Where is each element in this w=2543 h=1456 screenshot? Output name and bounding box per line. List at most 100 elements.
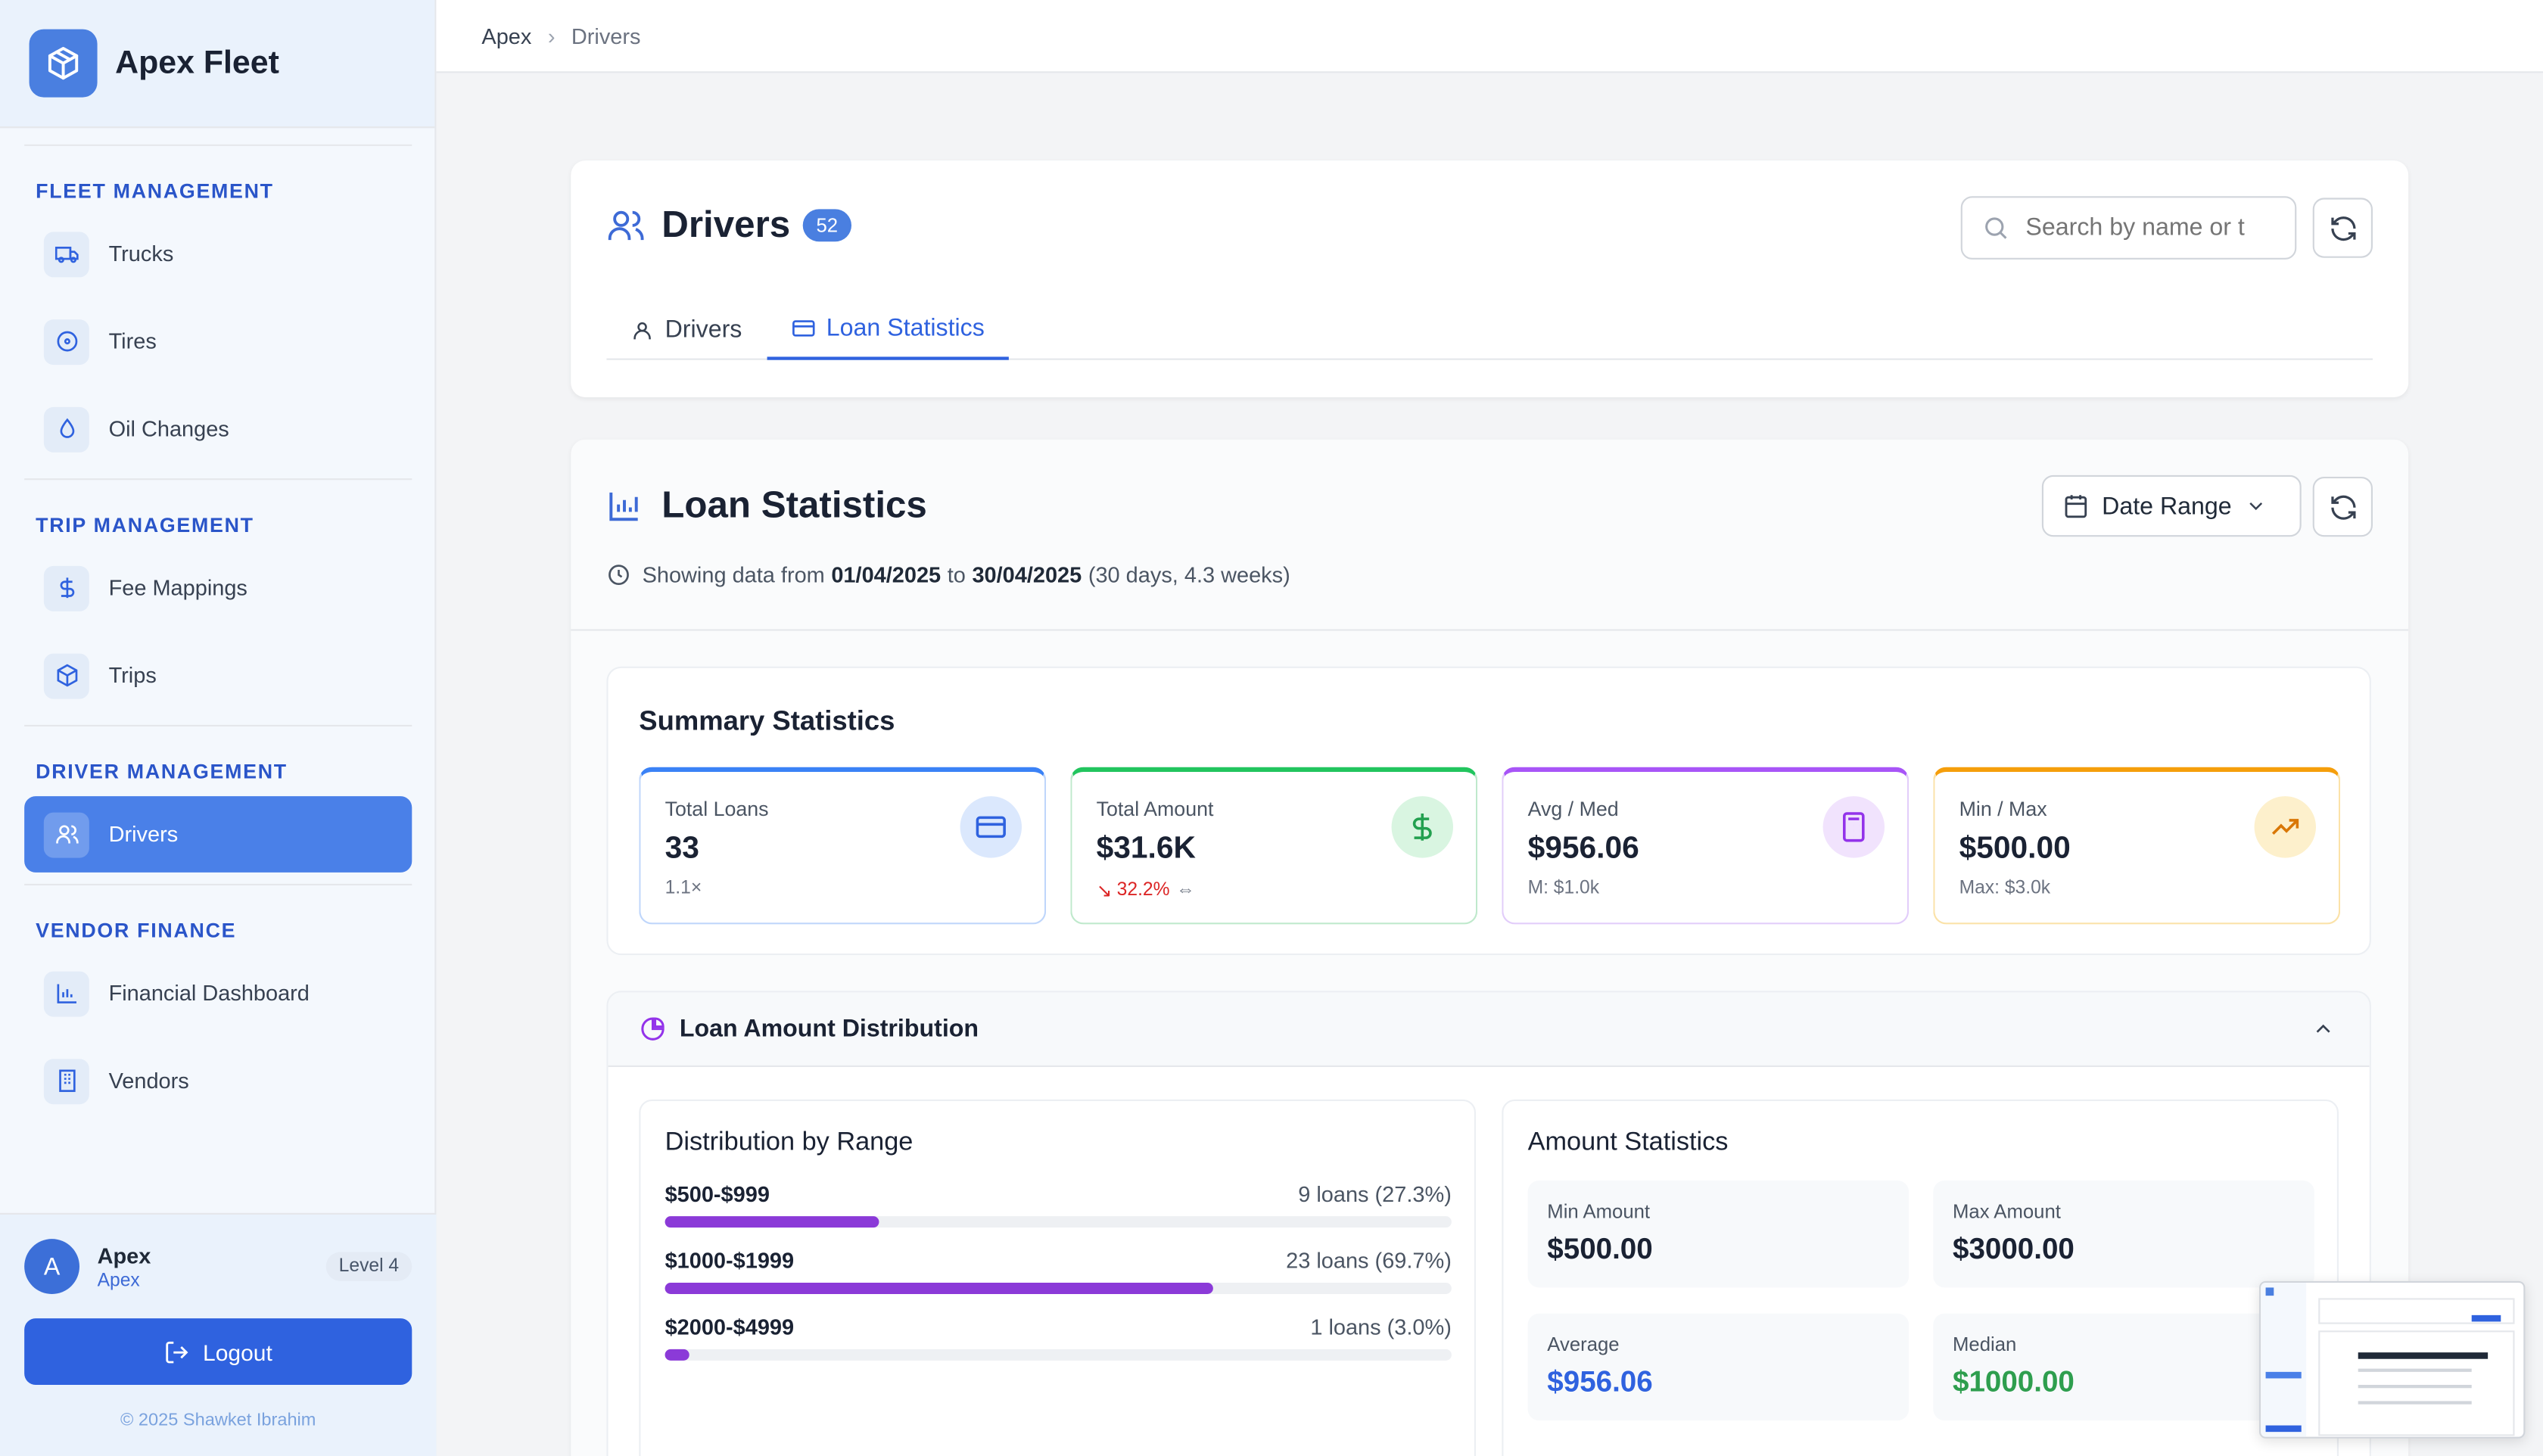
trending-up-icon [2254, 796, 2316, 858]
tab-loan-statistics[interactable]: Loan Statistics [766, 300, 1009, 360]
summary-title: Summary Statistics [639, 705, 895, 736]
sidebar-item-tires[interactable]: Tires [24, 303, 412, 380]
search-input[interactable] [2025, 213, 2286, 242]
droplet-icon [43, 406, 89, 452]
panel-title: Amount Statistics [1527, 1128, 1729, 1156]
search-box[interactable] [1960, 196, 2297, 260]
range-bar-fill [665, 1216, 880, 1228]
section-trip-management: TRIP MANAGEMENT [36, 514, 254, 537]
range-count: 9 loans (27.3%) [1298, 1182, 1452, 1207]
tire-icon [43, 319, 89, 365]
amount-value: $3000.00 [1953, 1232, 2075, 1265]
stat-label: Total Amount [1096, 798, 1214, 821]
building-icon [43, 1058, 89, 1104]
section-driver-management: DRIVER MANAGEMENT [36, 760, 288, 783]
panel-title: Distribution by Range [665, 1128, 914, 1156]
range-to: to [947, 562, 966, 587]
amount-median: Median $1000.00 [1933, 1313, 2314, 1421]
date-range-label: Date Range [2102, 492, 2232, 520]
sidebar-item-label: Oil Changes [108, 416, 229, 441]
range-suffix: (30 days, 4.3 weeks) [1088, 562, 1290, 587]
range-row: $2000-$4999 1 loans (3.0%) [665, 1315, 1452, 1361]
range-label: $1000-$1999 [665, 1249, 795, 1274]
sidebar-item-vendors[interactable]: Vendors [24, 1043, 412, 1119]
sidebar-item-fee-mappings[interactable]: Fee Mappings [24, 549, 412, 626]
range-row: $1000-$1999 23 loans (69.7%) [665, 1249, 1452, 1294]
breadcrumb-current: Drivers [571, 23, 641, 48]
amount-label: Average [1547, 1333, 1620, 1356]
range-label: $500-$999 [665, 1182, 770, 1207]
logout-icon [166, 1340, 188, 1363]
amount-statistics: Amount Statistics Min Amount $500.00 Max… [1502, 1099, 2339, 1456]
brand-name: Apex Fleet [115, 44, 279, 81]
loan-stats-title: Loan Statistics [661, 483, 927, 526]
stat-value: $31.6K [1096, 832, 1196, 866]
sidebar-item-trucks[interactable]: Trucks [24, 216, 412, 292]
dollar-icon [43, 565, 89, 611]
logout-button[interactable]: Logout [24, 1318, 412, 1385]
sidebar-item-oil-changes[interactable]: Oil Changes [24, 390, 412, 467]
date-range-button[interactable]: Date Range [2041, 474, 2302, 537]
sidebar-item-financial-dashboard[interactable]: Financial Dashboard [24, 955, 412, 1031]
stat-sub: 1.1× [665, 879, 702, 899]
avatar: A [24, 1239, 80, 1294]
sidebar-item-label: Fee Mappings [108, 575, 247, 600]
stat-sub: Max: $3.0k [1959, 879, 2051, 899]
range-bar-fill [665, 1283, 1213, 1294]
breadcrumb-root[interactable]: Apex [481, 23, 531, 48]
stat-min-max: Min / Max $500.00 Max: $3.0k [1933, 767, 2341, 925]
refresh-icon [2330, 216, 2355, 241]
sidebar: Apex Fleet FLEET MANAGEMENT Trucks Tires… [0, 0, 437, 1456]
tab-drivers[interactable]: Drivers [606, 300, 766, 359]
users-icon [43, 811, 89, 857]
sidebar-item-drivers[interactable]: Drivers [24, 796, 412, 873]
distribution-title: Loan Amount Distribution [679, 1015, 979, 1043]
sidebar-item-trips[interactable]: Trips [24, 637, 412, 714]
range-bar-fill [665, 1349, 689, 1361]
refresh-button[interactable] [2312, 198, 2373, 258]
stat-label: Avg / Med [1527, 798, 1619, 821]
stat-value: $956.06 [1527, 832, 1639, 866]
stat-sub: 32.2% [1116, 880, 1170, 901]
amount-label: Median [1953, 1333, 2017, 1356]
distribution-header[interactable]: Loan Amount Distribution [608, 992, 2370, 1067]
stat-total-loans: Total Loans 33 1.1× [639, 767, 1047, 925]
refresh-icon [2330, 494, 2355, 519]
bar-chart-icon [609, 491, 638, 521]
chevron-up-icon[interactable] [2311, 1017, 2336, 1041]
section-vendor-finance: VENDOR FINANCE [36, 919, 237, 942]
brand[interactable]: Apex Fleet [0, 0, 435, 129]
range-row: $500-$999 9 loans (27.3%) [665, 1182, 1452, 1228]
range-label: $2000-$4999 [665, 1314, 795, 1339]
tabs: Drivers Loan Statistics [606, 300, 2373, 360]
amount-label: Max Amount [1953, 1199, 2061, 1223]
stat-label: Min / Max [1959, 798, 2047, 821]
sidebar-item-label: Tires [108, 329, 157, 354]
amount-value: $1000.00 [1953, 1365, 2075, 1398]
amount-max: Max Amount $3000.00 [1933, 1181, 2314, 1288]
users-icon [608, 210, 644, 240]
credit-card-icon [960, 796, 1022, 858]
sidebar-item-label: Trips [108, 663, 157, 688]
amount-label: Min Amount [1547, 1199, 1651, 1223]
calculator-icon [1822, 796, 1885, 858]
arrows-horizontal-icon: ⇔ [1176, 880, 1195, 901]
range-end: 30/04/2025 [972, 562, 1082, 587]
stat-sub: M: $1.0k [1527, 879, 1600, 899]
drivers-header-card: Drivers 52 Drivers Loan Statistics [571, 160, 2409, 397]
range-prefix: Showing data from [642, 562, 825, 587]
driver-count-badge: 52 [803, 208, 851, 241]
stats-refresh-button[interactable] [2312, 477, 2373, 537]
package-icon [43, 652, 89, 698]
pie-chart-icon [641, 1017, 665, 1041]
search-icon [1985, 217, 2007, 239]
range-count: 1 loans (3.0%) [1310, 1314, 1452, 1339]
tab-label: Loan Statistics [826, 314, 985, 343]
dollar-icon [1391, 796, 1453, 858]
stat-trend: ↘ 32.2% ⇔ [1097, 879, 1195, 902]
distribution-by-range: Distribution by Range $500-$999 9 loans … [639, 1099, 1476, 1456]
section-fleet-management: FLEET MANAGEMENT [36, 179, 274, 203]
screenshot-thumbnail[interactable] [2259, 1280, 2526, 1439]
user-name: Apex [97, 1243, 151, 1268]
copyright: © 2025 Shawket Ibrahim [120, 1411, 316, 1430]
